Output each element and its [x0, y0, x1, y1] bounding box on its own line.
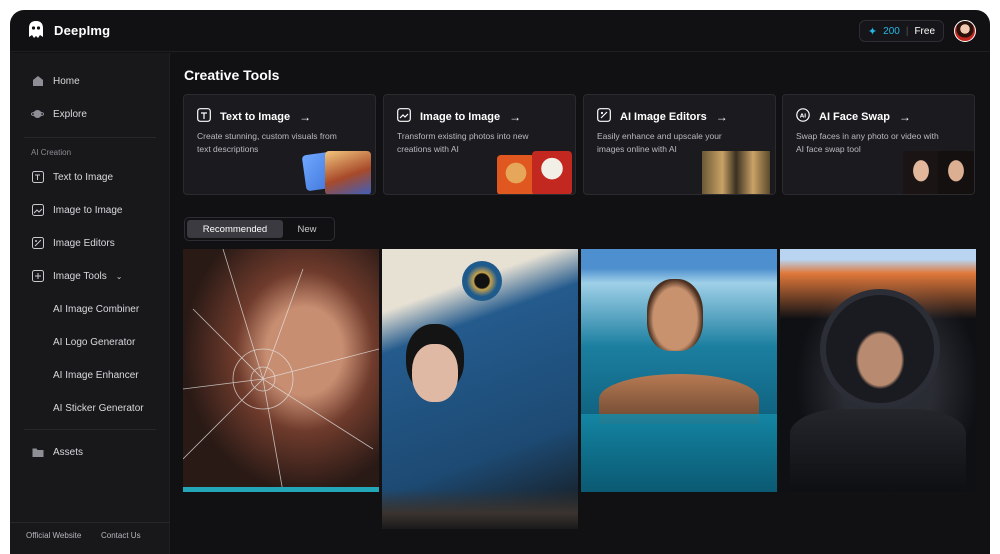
- image-image-icon: [31, 204, 44, 217]
- gallery-image-astronaut[interactable]: [780, 249, 976, 492]
- tab-recommended[interactable]: Recommended: [187, 220, 283, 238]
- app-name: DeepImg: [54, 22, 111, 38]
- contact-us-link[interactable]: Contact Us: [101, 531, 141, 540]
- sidebar-divider: [24, 429, 156, 430]
- sidebar-item-label: Text to Image: [53, 171, 114, 183]
- planet-icon: [31, 108, 44, 121]
- card-thumbnail: [497, 155, 535, 194]
- image-tools-icon: [31, 270, 44, 283]
- page-title: Creative Tools: [184, 67, 280, 83]
- image-fade: [382, 489, 578, 529]
- sidebar-item-home[interactable]: Home: [31, 71, 80, 91]
- tool-card-ai-face-swap[interactable]: AI AI Face Swap → Swap faces in any phot…: [782, 94, 975, 195]
- user-avatar[interactable]: [954, 20, 976, 42]
- sidebar-item-explore[interactable]: Explore: [31, 104, 87, 124]
- card-description: Transform existing photos into new creat…: [397, 131, 529, 154]
- sidebar-item-text-to-image[interactable]: Text to Image: [31, 167, 113, 187]
- arrow-right-icon: →: [299, 109, 312, 124]
- sidebar-item-label: Image to Image: [53, 204, 123, 216]
- tool-card-image-to-image[interactable]: Image to Image → Transform existing phot…: [383, 94, 576, 195]
- folder-icon: [31, 446, 44, 459]
- home-icon: [31, 75, 44, 88]
- image-edit-icon: [597, 108, 611, 125]
- sidebar-item-image-editors[interactable]: Image Editors: [31, 233, 115, 253]
- gallery-image-man-in-water[interactable]: [581, 249, 777, 492]
- sidebar-item-assets[interactable]: Assets: [31, 442, 83, 462]
- arrow-right-icon: →: [898, 109, 911, 124]
- helmet: [820, 289, 940, 409]
- card-thumbnail: [702, 151, 770, 194]
- tab-new[interactable]: New: [283, 220, 331, 238]
- sidebar-item-label: Explore: [53, 108, 87, 120]
- text-image-icon: [197, 108, 211, 125]
- sidebar-footer-divider: [10, 522, 170, 523]
- cracked-glass-overlay: [183, 249, 379, 492]
- card-header: AI Image Editors →: [597, 108, 728, 125]
- card-title: Image to Image: [420, 110, 501, 123]
- plan-label: Free: [914, 25, 935, 37]
- top-bar: DeepImg ✦ 200 | Free: [10, 10, 990, 52]
- gallery-image-shattered-face[interactable]: [183, 249, 379, 492]
- credits-count: 200: [883, 25, 900, 37]
- man-head: [647, 279, 703, 351]
- water-surface: [581, 414, 777, 492]
- sparkle-icon: ✦: [867, 25, 878, 38]
- gallery-image-frog-girl[interactable]: [382, 249, 578, 529]
- frog-eye: [462, 261, 502, 301]
- card-title: AI Face Swap: [819, 110, 890, 123]
- image-image-icon: [397, 108, 411, 125]
- section-label-ai-creation: AI Creation: [31, 148, 72, 157]
- card-title: Text to Image: [220, 110, 291, 123]
- sidebar-item-ai-image-enhancer[interactable]: AI Image Enhancer: [53, 370, 139, 381]
- tool-card-text-to-image[interactable]: Text to Image → Create stunning, custom …: [183, 94, 376, 195]
- sidebar-divider: [24, 137, 156, 138]
- sidebar-item-ai-image-combiner[interactable]: AI Image Combiner: [53, 304, 139, 315]
- card-thumbnail: [325, 151, 371, 194]
- sidebar-item-label: Image Editors: [53, 237, 115, 249]
- app-window: DeepImg ✦ 200 | Free Home Explore AI Cre…: [10, 10, 990, 554]
- text-image-icon: [31, 171, 44, 184]
- tool-card-ai-image-editors[interactable]: AI Image Editors → Easily enhance and up…: [583, 94, 776, 195]
- card-thumbnail: [532, 151, 572, 194]
- official-website-link[interactable]: Official Website: [26, 531, 81, 540]
- arrow-right-icon: →: [715, 109, 728, 124]
- logo-icon: [27, 20, 45, 40]
- card-header: Image to Image →: [397, 108, 521, 125]
- arrow-right-icon: →: [509, 109, 522, 124]
- sidebar-item-image-tools[interactable]: Image Tools ⌄: [31, 266, 122, 286]
- sidebar-item-label: Home: [53, 75, 80, 87]
- svg-text:AI: AI: [800, 113, 806, 119]
- credits-separator: |: [905, 25, 909, 37]
- card-thumbnail: [938, 151, 974, 194]
- sidebar-item-label: Image Tools: [53, 270, 107, 282]
- sidebar-item-ai-logo-generator[interactable]: AI Logo Generator: [53, 337, 135, 348]
- card-title: AI Image Editors: [620, 110, 707, 123]
- girl-face: [412, 344, 458, 402]
- sidebar: Home Explore AI Creation Text to Image I…: [10, 53, 170, 554]
- feed-tabs: Recommended New: [184, 217, 335, 241]
- sidebar-item-ai-sticker-generator[interactable]: AI Sticker Generator: [53, 403, 144, 414]
- card-header: Text to Image →: [197, 108, 311, 125]
- ai-face-icon: AI: [796, 108, 810, 125]
- card-thumbnail: [903, 151, 939, 194]
- suit: [790, 409, 966, 492]
- credits-badge[interactable]: ✦ 200 | Free: [858, 20, 944, 42]
- app-logo[interactable]: DeepImg: [27, 20, 110, 40]
- card-header: AI AI Face Swap →: [796, 108, 911, 125]
- image-bottom-strip: [183, 487, 379, 492]
- main-content: Creative Tools Text to Image → Create st…: [171, 53, 990, 554]
- image-edit-icon: [31, 237, 44, 250]
- sidebar-item-image-to-image[interactable]: Image to Image: [31, 200, 122, 220]
- chevron-down-icon: ⌄: [115, 271, 123, 281]
- sidebar-item-label: Assets: [53, 446, 84, 458]
